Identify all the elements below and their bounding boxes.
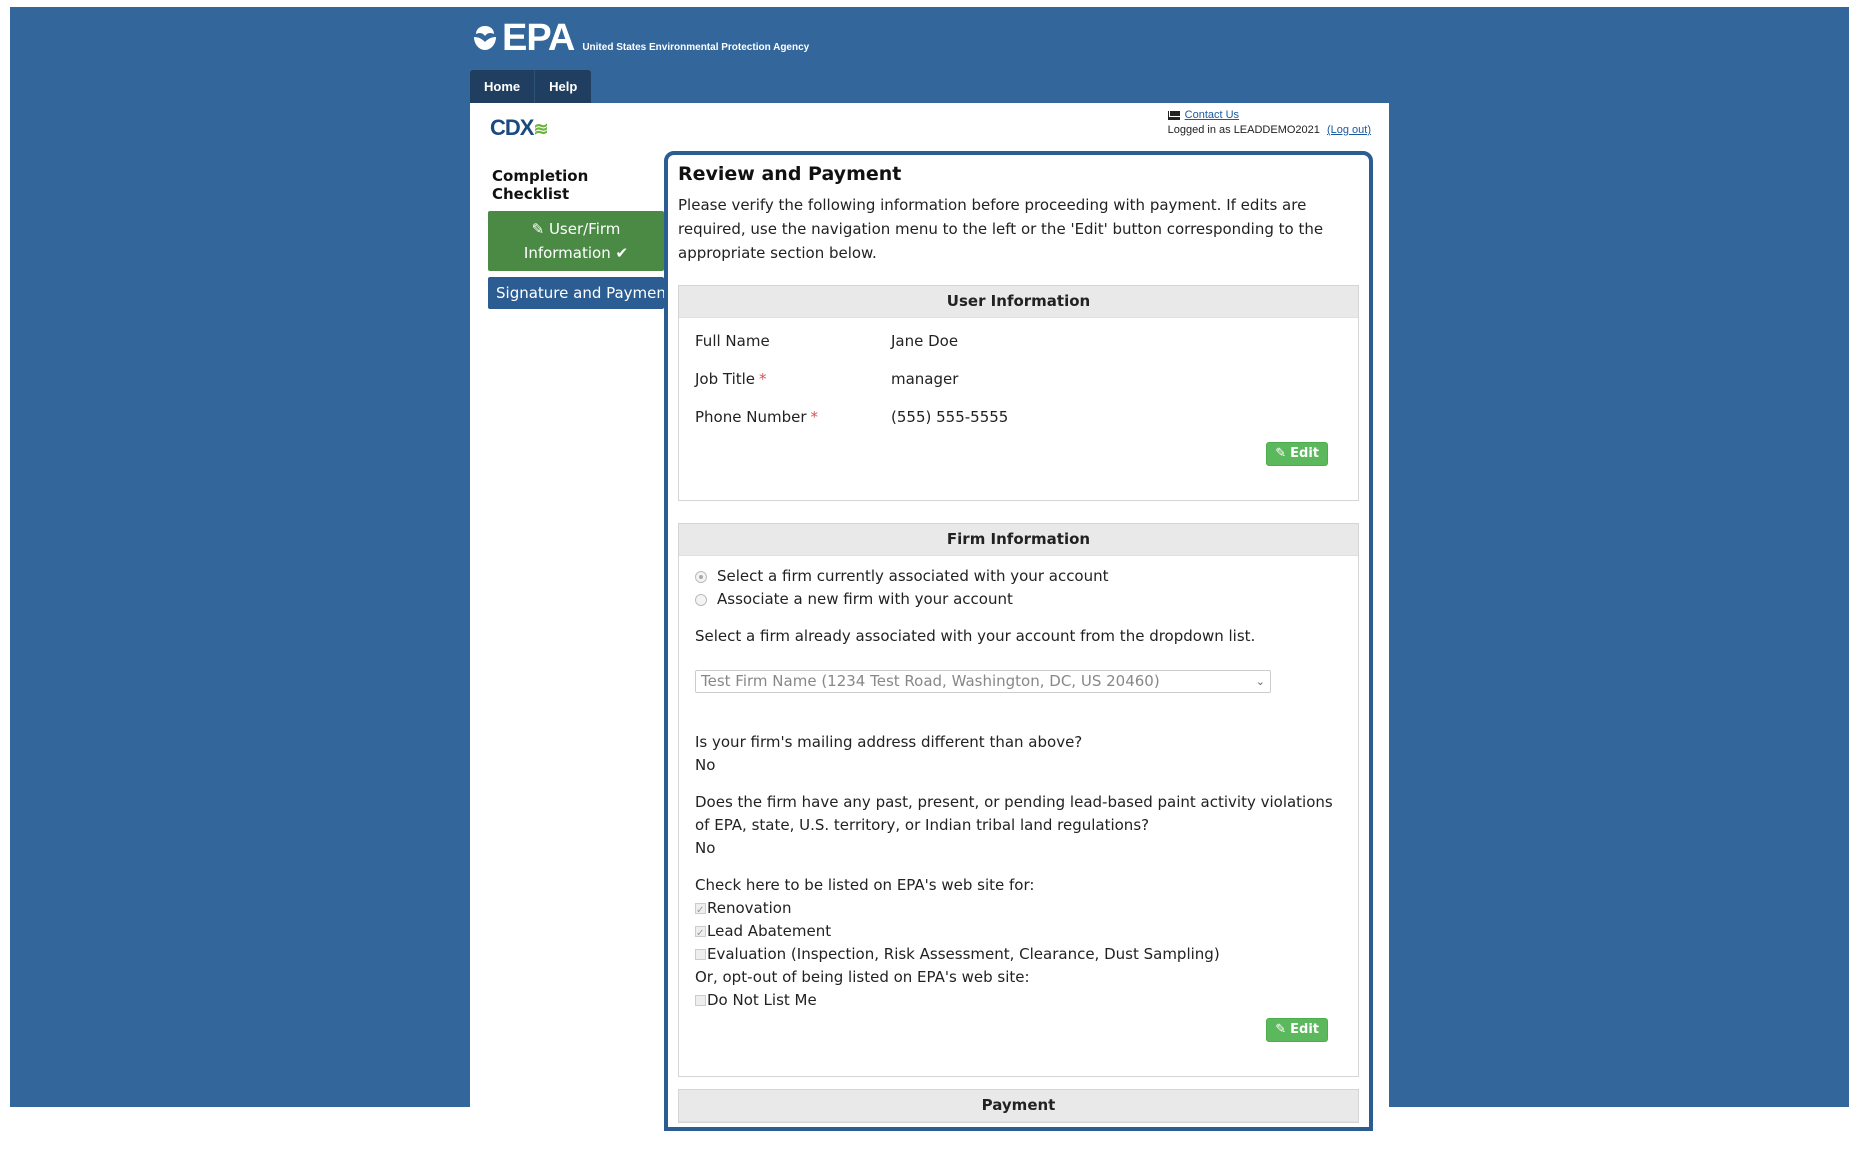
contact-us-link[interactable]: Contact Us	[1185, 109, 1239, 121]
cdx-logo[interactable]: CDX≋	[490, 115, 549, 141]
mailing-answer: No	[695, 756, 716, 774]
checkbox[interactable]	[695, 899, 706, 922]
payment-header: Payment	[679, 1090, 1358, 1122]
required-asterisk: *	[759, 370, 767, 388]
cdx-swoosh-icon: ≋	[533, 119, 548, 139]
optout-prompt: Or, opt-out of being listed on EPA's web…	[695, 968, 1030, 986]
violations-answer: No	[695, 839, 716, 857]
firm-information-card: Firm Information Select a firm currently…	[678, 523, 1359, 1077]
required-asterisk: *	[810, 408, 819, 426]
sidebar-item-user-firm-information[interactable]: ✎ User/Firm Information ✔	[488, 211, 664, 271]
edit-label: Edit	[1290, 1022, 1319, 1037]
edit-label: Edit	[1290, 446, 1319, 461]
nav-help[interactable]: Help	[535, 70, 591, 103]
logged-in-text: Logged in as LEADDEMO2021	[1167, 124, 1320, 136]
sidebar-item-label: Signature and Payment	[496, 284, 672, 302]
checkbox[interactable]	[695, 995, 706, 1006]
radio-button[interactable]	[695, 593, 707, 606]
job-title-value: manager	[891, 370, 959, 388]
sidebar-item-label-line2: Information	[523, 244, 611, 262]
review-payment-section: Review and Payment Please verify the fol…	[664, 151, 1373, 1131]
pencil-icon: ✎	[1275, 446, 1287, 461]
page-title: Review and Payment	[678, 163, 902, 185]
phone-number-value: (555) 555-5555	[891, 408, 1009, 426]
full-name-value: Jane Doe	[891, 332, 959, 350]
epa-flower-icon	[474, 26, 496, 50]
violations-question: Does the firm have any past, present, or…	[695, 793, 1333, 834]
select-firm-prompt: Select a firm already associated with yo…	[695, 627, 1256, 645]
checkmark-icon: ✔	[615, 244, 629, 262]
epa-logo-text: EPA	[502, 17, 575, 59]
job-title-label: Job Title	[695, 370, 756, 388]
user-info-edit-button[interactable]: ✎ Edit	[1266, 442, 1328, 466]
checkbox-do-not-list[interactable]: Do Not List Me	[695, 989, 1342, 1012]
main-panel: CDX≋ Contact Us Logged in as LEADDEMO202…	[470, 103, 1389, 1131]
checkbox-renovation[interactable]: Renovation	[695, 897, 1342, 922]
agency-name: United States Environmental Protection A…	[582, 42, 810, 53]
intro-text: Please verify the following information …	[678, 196, 1324, 262]
user-information-header: User Information	[679, 286, 1358, 318]
mailing-question: Is your firm's mailing address different…	[695, 733, 1083, 751]
top-nav: Home Help	[470, 70, 592, 103]
user-information-card: User Information Full Name Jane Doe Job …	[678, 285, 1359, 501]
full-name-label: Full Name	[695, 332, 770, 350]
epa-header: EPA United States Environmental Protecti…	[470, 17, 810, 59]
pencil-icon: ✎	[531, 220, 545, 238]
logout-link[interactable]: (Log out)	[1327, 124, 1371, 136]
radio-option-existing-firm[interactable]: Select a firm currently associated with …	[695, 565, 1342, 588]
listing-prompt: Check here to be listed on EPA's web sit…	[695, 876, 1035, 894]
firm-info-edit-button[interactable]: ✎ Edit	[1266, 1018, 1328, 1042]
firm-information-header: Firm Information	[679, 524, 1358, 556]
radio-button[interactable]	[695, 570, 707, 583]
info-row-job-title: Job Title * manager	[695, 360, 1342, 398]
checkbox-label: Evaluation (Inspection, Risk Assessment,…	[707, 945, 1220, 963]
checkbox-label: Renovation	[707, 899, 792, 917]
firm-select[interactable]: Test Firm Name (1234 Test Road, Washingt…	[695, 670, 1271, 693]
phone-number-label: Phone Number	[695, 408, 807, 426]
cdx-logo-text: CDX	[490, 115, 534, 140]
checkbox-label: Lead Abatement	[707, 922, 832, 940]
payment-card: Payment	[678, 1089, 1359, 1123]
pencil-icon: ✎	[1275, 1022, 1287, 1037]
chevron-down-icon: ⌄	[1255, 675, 1265, 688]
firm-select-value: Test Firm Name (1234 Test Road, Washingt…	[701, 672, 1160, 690]
contact-area: Contact Us Logged in as LEADDEMO2021 (Lo…	[1167, 109, 1371, 136]
sidebar-item-signature-payment[interactable]: Signature and Payment	[488, 277, 672, 309]
checkbox[interactable]	[695, 949, 706, 960]
envelope-icon	[1167, 110, 1180, 120]
epa-logo-link[interactable]: EPA	[470, 17, 575, 59]
sidebar-item-label-line1: User/Firm	[548, 220, 621, 238]
checkbox-label: Do Not List Me	[707, 991, 817, 1009]
radio-option-new-firm[interactable]: Associate a new firm with your account	[695, 588, 1342, 611]
radio-label: Select a firm currently associated with …	[717, 567, 1109, 585]
nav-home[interactable]: Home	[470, 70, 536, 103]
radio-label: Associate a new firm with your account	[717, 590, 1013, 608]
checklist-title: Completion Checklist	[492, 167, 589, 203]
checkbox-evaluation[interactable]: Evaluation (Inspection, Risk Assessment,…	[695, 943, 1342, 966]
checkbox-lead-abatement[interactable]: Lead Abatement	[695, 920, 1342, 945]
checkbox[interactable]	[695, 922, 706, 945]
info-row-full-name: Full Name Jane Doe	[695, 322, 1342, 360]
info-row-phone-number: Phone Number * (555) 555-5555	[695, 398, 1342, 436]
completion-checklist: Completion Checklist ✎ User/Firm Informa…	[488, 155, 672, 309]
